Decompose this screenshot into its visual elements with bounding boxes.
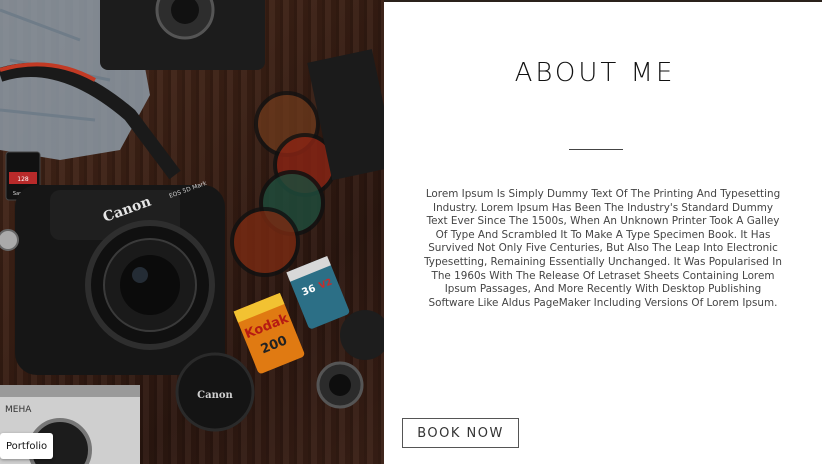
top-border-line <box>384 0 822 2</box>
page-title: ABOUT ME <box>514 58 676 88</box>
about-paragraph: Lorem Ipsum Is Simply Dummy Text Of The … <box>424 188 782 309</box>
vintage-camera-label: MEHA <box>5 405 32 415</box>
portfolio-badge[interactable]: Portfolio <box>0 433 54 459</box>
lens-cap-brand: Canon <box>197 390 233 401</box>
round-case <box>340 310 384 360</box>
camera-flatlay-illustration: 128 SanDisk Canon EOS 5D Mark Kodak 200 <box>0 0 384 464</box>
sd-card-capacity: 128 <box>17 176 29 183</box>
hero-photo: 128 SanDisk Canon EOS 5D Mark Kodak 200 <box>0 0 384 464</box>
title-divider <box>569 149 623 150</box>
book-now-button[interactable]: BOOK NOW <box>402 418 519 448</box>
brown-filter <box>230 207 300 277</box>
kodak-film-roll: Kodak 200 <box>233 292 305 374</box>
teal-film-roll: 36 V2 <box>286 255 350 329</box>
